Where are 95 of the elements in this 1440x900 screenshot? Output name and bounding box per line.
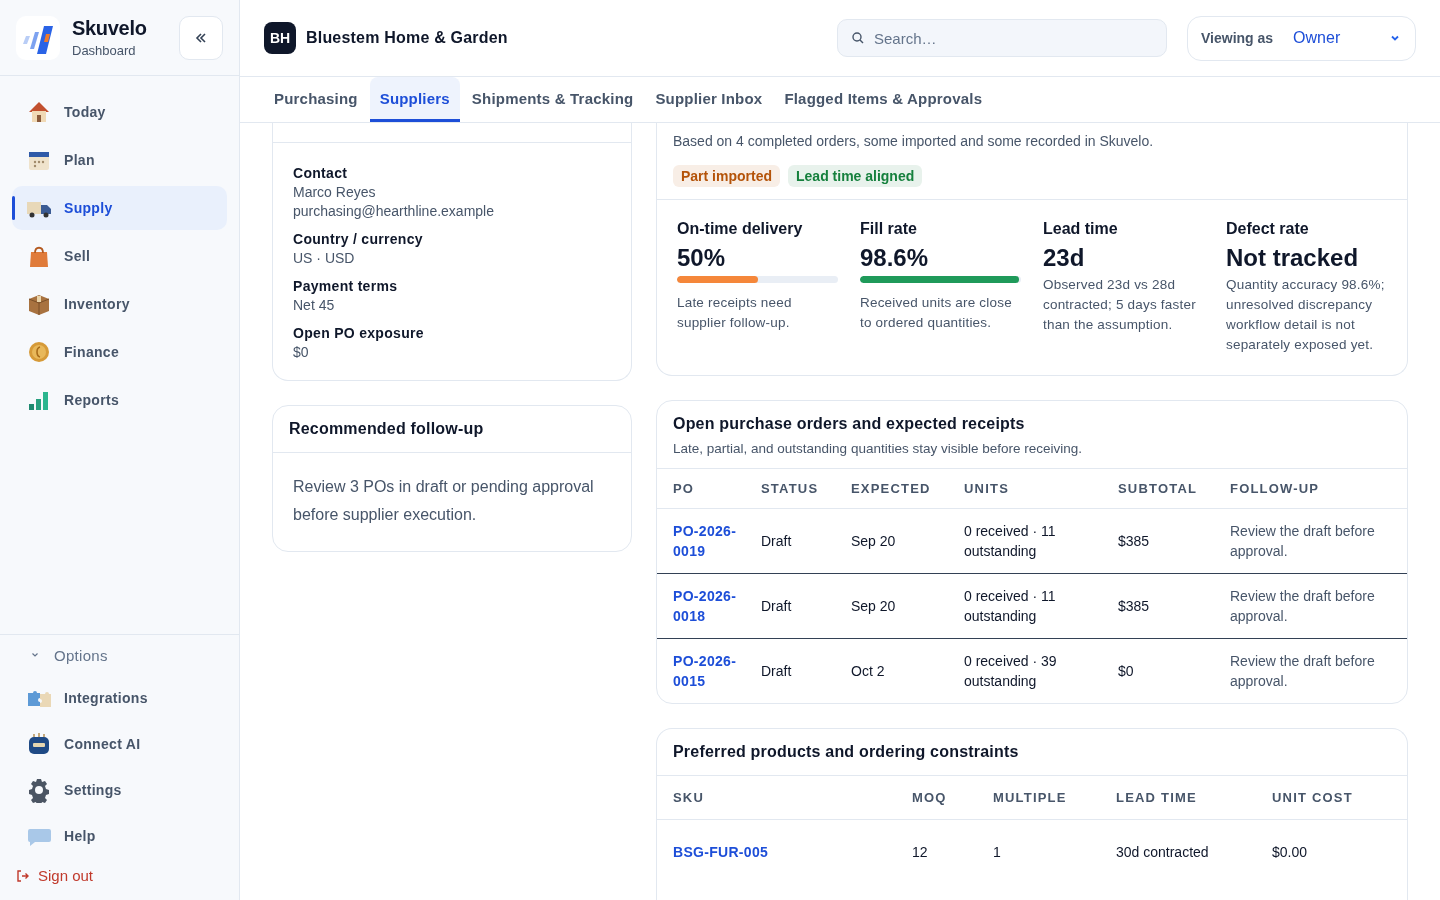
table-cell: Draft <box>761 638 851 703</box>
sidebar-item[interactable]: Help <box>12 813 227 859</box>
sign-out-link[interactable]: Sign out <box>16 867 227 884</box>
robot-icon <box>26 731 52 757</box>
column-header: EXPECTED <box>851 469 964 509</box>
metric-value: 98.6% <box>860 244 930 272</box>
sidebar-item[interactable]: Settings <box>12 767 227 813</box>
metric-note: Quantity accuracy 98.6%; unresolved discrepancy workflow detail is not separately exposed yet. <box>1226 276 1386 354</box>
follow-up-text: Review 3 POs in draft or pending approval before supplier execution. <box>292 477 595 525</box>
table-cell: 1 <box>993 819 1116 874</box>
app-name: Skuvelo <box>72 17 148 40</box>
tab[interactable]: Purchasing <box>264 77 368 122</box>
sidebar-item[interactable]: Reports <box>12 378 227 422</box>
tab[interactable]: Suppliers <box>369 77 460 122</box>
table-cell: $385 <box>1118 573 1230 639</box>
app-subtitle: Dashboard <box>72 43 137 58</box>
po-link[interactable]: PO-2026-0015 <box>673 651 753 691</box>
table-cell: Review the draft before approval. <box>1230 573 1407 639</box>
table-cell: Review the draft before approval. <box>1230 638 1407 703</box>
table-cell: $385 <box>1118 508 1230 574</box>
field-value: Marco Reyes <box>293 184 377 200</box>
column-header: SKU <box>657 776 912 820</box>
po-link[interactable]: PO-2026-0019 <box>673 521 753 561</box>
field-value: $0 <box>293 344 310 360</box>
sidebar-item[interactable]: Sell <box>12 234 227 278</box>
double-chevron-left-icon <box>194 30 208 45</box>
sku-link[interactable]: BSG-FUR-005 <box>673 842 904 862</box>
metric-label: Defect rate <box>1226 220 1310 238</box>
card-subtitle: Late, partial, and outstanding quantities stay visible before receiving. <box>673 441 1083 456</box>
collapse-sidebar-button[interactable] <box>179 15 223 60</box>
column-header: UNITS <box>964 469 1118 509</box>
logo-icon <box>16 15 60 60</box>
card-subtitle: Based on 4 completed orders, some imported and some recorded in Skuvelo. <box>673 133 1155 149</box>
field-label: Contact <box>293 165 349 181</box>
options-toggle[interactable]: Options <box>12 643 227 667</box>
metric-label: On-time delivery <box>677 220 804 238</box>
column-header: LEAD TIME <box>1116 776 1272 820</box>
field-label: Country / currency <box>293 231 424 247</box>
table-cell: 30d contracted <box>1116 819 1272 874</box>
sign-out-icon <box>16 868 30 883</box>
column-header: MOQ <box>912 776 993 820</box>
settings-icon <box>26 777 52 803</box>
table-cell: Review the draft before approval. <box>1230 508 1407 574</box>
table-cell: 0 received · 11 outstanding <box>964 573 1118 639</box>
coin-icon <box>26 339 52 365</box>
tag: Part imported <box>673 165 780 187</box>
tab[interactable]: Supplier Inbox <box>645 77 773 122</box>
metric-note: Late receipts need supplier follow-up. <box>677 294 793 332</box>
sidebar-item[interactable]: Connect AI <box>12 721 227 767</box>
table-cell: 12 <box>912 819 993 874</box>
sidebar-item[interactable]: Finance <box>12 330 227 374</box>
table-cell: Sep 20 <box>851 573 964 639</box>
table-cell: Draft <box>761 573 851 639</box>
field-value: US · USD <box>293 250 356 266</box>
metric-label: Lead time <box>1043 220 1119 238</box>
table-cell: Draft <box>761 508 851 574</box>
store-name: Bluestem Home & Garden <box>306 29 508 47</box>
column-header: UNIT COST <box>1272 776 1407 820</box>
metric-value: 23d <box>1043 244 1086 272</box>
field-label: Payment terms <box>293 278 399 294</box>
metric-value: Not tracked <box>1226 244 1360 272</box>
field-label: Open PO exposure <box>293 325 425 341</box>
column-header: FOLLOW-UP <box>1230 469 1407 509</box>
tab[interactable]: Flagged Items & Approvals <box>774 77 993 122</box>
metric-note: Observed 23d vs 28d contracted; 5 days faster than the assumption. <box>1043 276 1197 334</box>
sidebar-item[interactable]: Plan <box>12 138 227 182</box>
table-cell: Oct 2 <box>851 638 964 703</box>
table-cell: 0 received · 11 outstanding <box>964 508 1118 574</box>
sidebar-item[interactable]: Integrations <box>12 675 227 721</box>
sidebar-item[interactable]: Today <box>12 90 227 134</box>
column-header: MULTIPLE <box>993 776 1116 820</box>
po-link[interactable]: PO-2026-0018 <box>673 586 753 626</box>
metric-label: Fill rate <box>860 220 918 238</box>
tab[interactable]: Shipments & Tracking <box>461 77 644 122</box>
tag: Lead time aligned <box>788 165 923 187</box>
table-cell: $0.00 <box>1272 819 1407 874</box>
store-avatar: BH <box>264 22 296 54</box>
table-cell: Sep 20 <box>851 508 964 574</box>
table-cell: 0 received · 39 outstanding <box>964 638 1118 703</box>
field-value: Net 45 <box>293 297 336 313</box>
viewing-as-dropdown[interactable]: Viewing as Owner <box>1187 15 1416 61</box>
search-icon <box>851 31 865 45</box>
column-header: STATUS <box>761 469 851 509</box>
card-title: Recommended follow-up <box>289 420 485 438</box>
metric-note: Received units are close to ordered quantities. <box>860 294 1013 332</box>
field-value: purchasing@hearthline.example <box>293 203 495 219</box>
table-cell: $0 <box>1118 638 1230 703</box>
sidebar-item[interactable]: Supply <box>12 186 227 230</box>
metric-value: 50% <box>677 244 727 272</box>
card-title: Preferred products and ordering constraints <box>673 743 1020 761</box>
column-header: PO <box>657 469 761 509</box>
sidebar-item[interactable]: Inventory <box>12 282 227 326</box>
column-header: SUBTOTAL <box>1118 469 1230 509</box>
card-title: Open purchase orders and expected receipts <box>673 415 1026 433</box>
search-field[interactable]: Search… <box>837 19 1167 57</box>
